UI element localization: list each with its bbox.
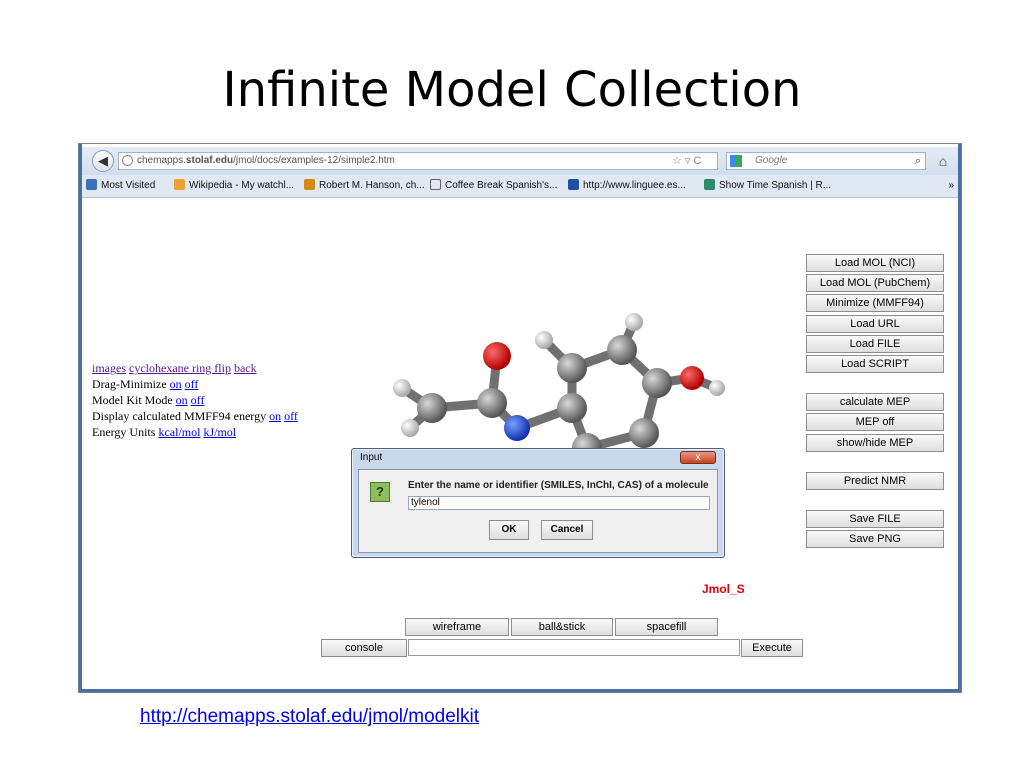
bookmark-favicon-icon: [304, 179, 315, 190]
globe-icon: [122, 155, 133, 166]
spacefill-button[interactable]: spacefill: [615, 618, 718, 636]
modelkit-url-link[interactable]: http://chemapps.stolaf.edu/jmol/modelkit: [140, 706, 479, 728]
search-input[interactable]: Google ⌕: [726, 152, 926, 170]
url-text: chemapps.stolaf.edu/jmol/docs/examples-1…: [137, 155, 395, 166]
cloud-icon: [430, 179, 441, 190]
minimize-mmff94-button[interactable]: Minimize (MMFF94): [806, 294, 944, 312]
energy-units-line: Energy Units kcal/mol kJ/mol: [92, 425, 237, 439]
home-icon[interactable]: ⌂: [934, 153, 952, 169]
question-icon: ?: [370, 482, 390, 502]
bookmark-wikipedia[interactable]: Wikipedia - My watchl...: [174, 175, 294, 197]
model-kit-off-link[interactable]: off: [191, 393, 205, 407]
jmol-page-content: images cyclohexane ring flip back Drag-M…: [82, 198, 958, 688]
show-hide-mep-button[interactable]: show/hide MEP: [806, 434, 944, 452]
bookmark-show-time-spanish[interactable]: Show Time Spanish | R...: [704, 175, 831, 197]
load-script-button[interactable]: Load SCRIPT: [806, 355, 944, 373]
nav-links-line: images cyclohexane ring flip back: [92, 361, 257, 376]
images-link[interactable]: images: [92, 361, 126, 375]
mep-off-button[interactable]: MEP off: [806, 413, 944, 431]
save-png-button[interactable]: Save PNG: [806, 530, 944, 548]
back-link[interactable]: back: [234, 361, 257, 375]
load-mol-nci-button[interactable]: Load MOL (NCI): [806, 254, 944, 272]
bookmark-most-visited[interactable]: Most Visited: [86, 175, 155, 197]
navigation-toolbar: ◀ chemapps.stolaf.edu/jmol/docs/examples…: [82, 147, 958, 175]
load-file-button[interactable]: Load FILE: [806, 335, 944, 353]
live-bookmark-icon: [704, 179, 715, 190]
slide-title: Infinite Model Collection: [222, 62, 802, 118]
cyclohexane-ring-flip-link[interactable]: cyclohexane ring flip: [129, 361, 231, 375]
search-placeholder: Google: [755, 155, 788, 166]
bookmark-coffee-break[interactable]: Coffee Break Spanish's...: [430, 175, 557, 197]
model-kit-on-link[interactable]: on: [176, 393, 188, 407]
display-energy-on-link[interactable]: on: [269, 409, 281, 423]
close-icon: x: [695, 452, 701, 463]
url-bar[interactable]: chemapps.stolaf.edu/jmol/docs/examples-1…: [118, 152, 718, 170]
rss-feed-icon: [174, 179, 185, 190]
back-arrow-icon: ◀: [98, 153, 108, 168]
drag-minimize-line: Drag-Minimize on off: [92, 377, 199, 391]
display-energy-off-link[interactable]: off: [284, 409, 298, 423]
bookmarks-overflow-icon[interactable]: »: [948, 175, 954, 197]
google-search-engine-icon[interactable]: [730, 155, 742, 167]
predict-nmr-button[interactable]: Predict NMR: [806, 472, 944, 490]
dialog-message: Enter the name or identifier (SMILES, In…: [408, 480, 709, 491]
ball-and-stick-button[interactable]: ball&stick: [511, 618, 613, 636]
search-icon[interactable]: ⌕: [915, 153, 921, 169]
bookmarks-toolbar: Most Visited Wikipedia - My watchl... Ro…: [82, 175, 958, 198]
model-kit-mode-line: Model Kit Mode on off: [92, 393, 205, 407]
bookmark-star-reload-icons[interactable]: ☆ ▿ C: [672, 152, 718, 170]
kcal-mol-link[interactable]: kcal/mol: [158, 425, 200, 439]
execute-button[interactable]: Execute: [741, 639, 803, 657]
dialog-title: Input: [360, 452, 383, 463]
drag-minimize-on-link[interactable]: on: [170, 377, 182, 391]
linguee-icon: [568, 179, 579, 190]
save-file-button[interactable]: Save FILE: [806, 510, 944, 528]
dialog-close-button[interactable]: x: [680, 451, 716, 464]
jmol-label: Jmol_S: [702, 582, 745, 596]
display-energy-line: Display calculated MMFF94 energy on off: [92, 409, 298, 423]
window-border-bottom: [79, 689, 961, 692]
molecule-identifier-input[interactable]: tylenol: [408, 496, 710, 510]
wireframe-button[interactable]: wireframe: [405, 618, 509, 636]
script-command-input[interactable]: [408, 639, 740, 656]
input-dialog: Input x ? Enter the name or identifier (…: [351, 448, 725, 558]
most-visited-icon: [86, 179, 97, 190]
atoms: [393, 313, 725, 463]
drag-minimize-off-link[interactable]: off: [185, 377, 199, 391]
cancel-button[interactable]: Cancel: [541, 520, 593, 540]
browser-screenshot: ◀ chemapps.stolaf.edu/jmol/docs/examples…: [78, 143, 962, 693]
bookmark-robert-hanson[interactable]: Robert M. Hanson, ch...: [304, 175, 425, 197]
back-button[interactable]: ◀: [92, 150, 114, 172]
console-button[interactable]: console: [321, 639, 407, 657]
load-url-button[interactable]: Load URL: [806, 315, 944, 333]
dialog-body: ? Enter the name or identifier (SMILES, …: [358, 469, 718, 553]
ok-button[interactable]: OK: [489, 520, 529, 540]
calculate-mep-button[interactable]: calculate MEP: [806, 393, 944, 411]
bookmark-linguee[interactable]: http://www.linguee.es...: [568, 175, 686, 197]
load-mol-pubchem-button[interactable]: Load MOL (PubChem): [806, 274, 944, 292]
kj-mol-link[interactable]: kJ/mol: [203, 425, 236, 439]
